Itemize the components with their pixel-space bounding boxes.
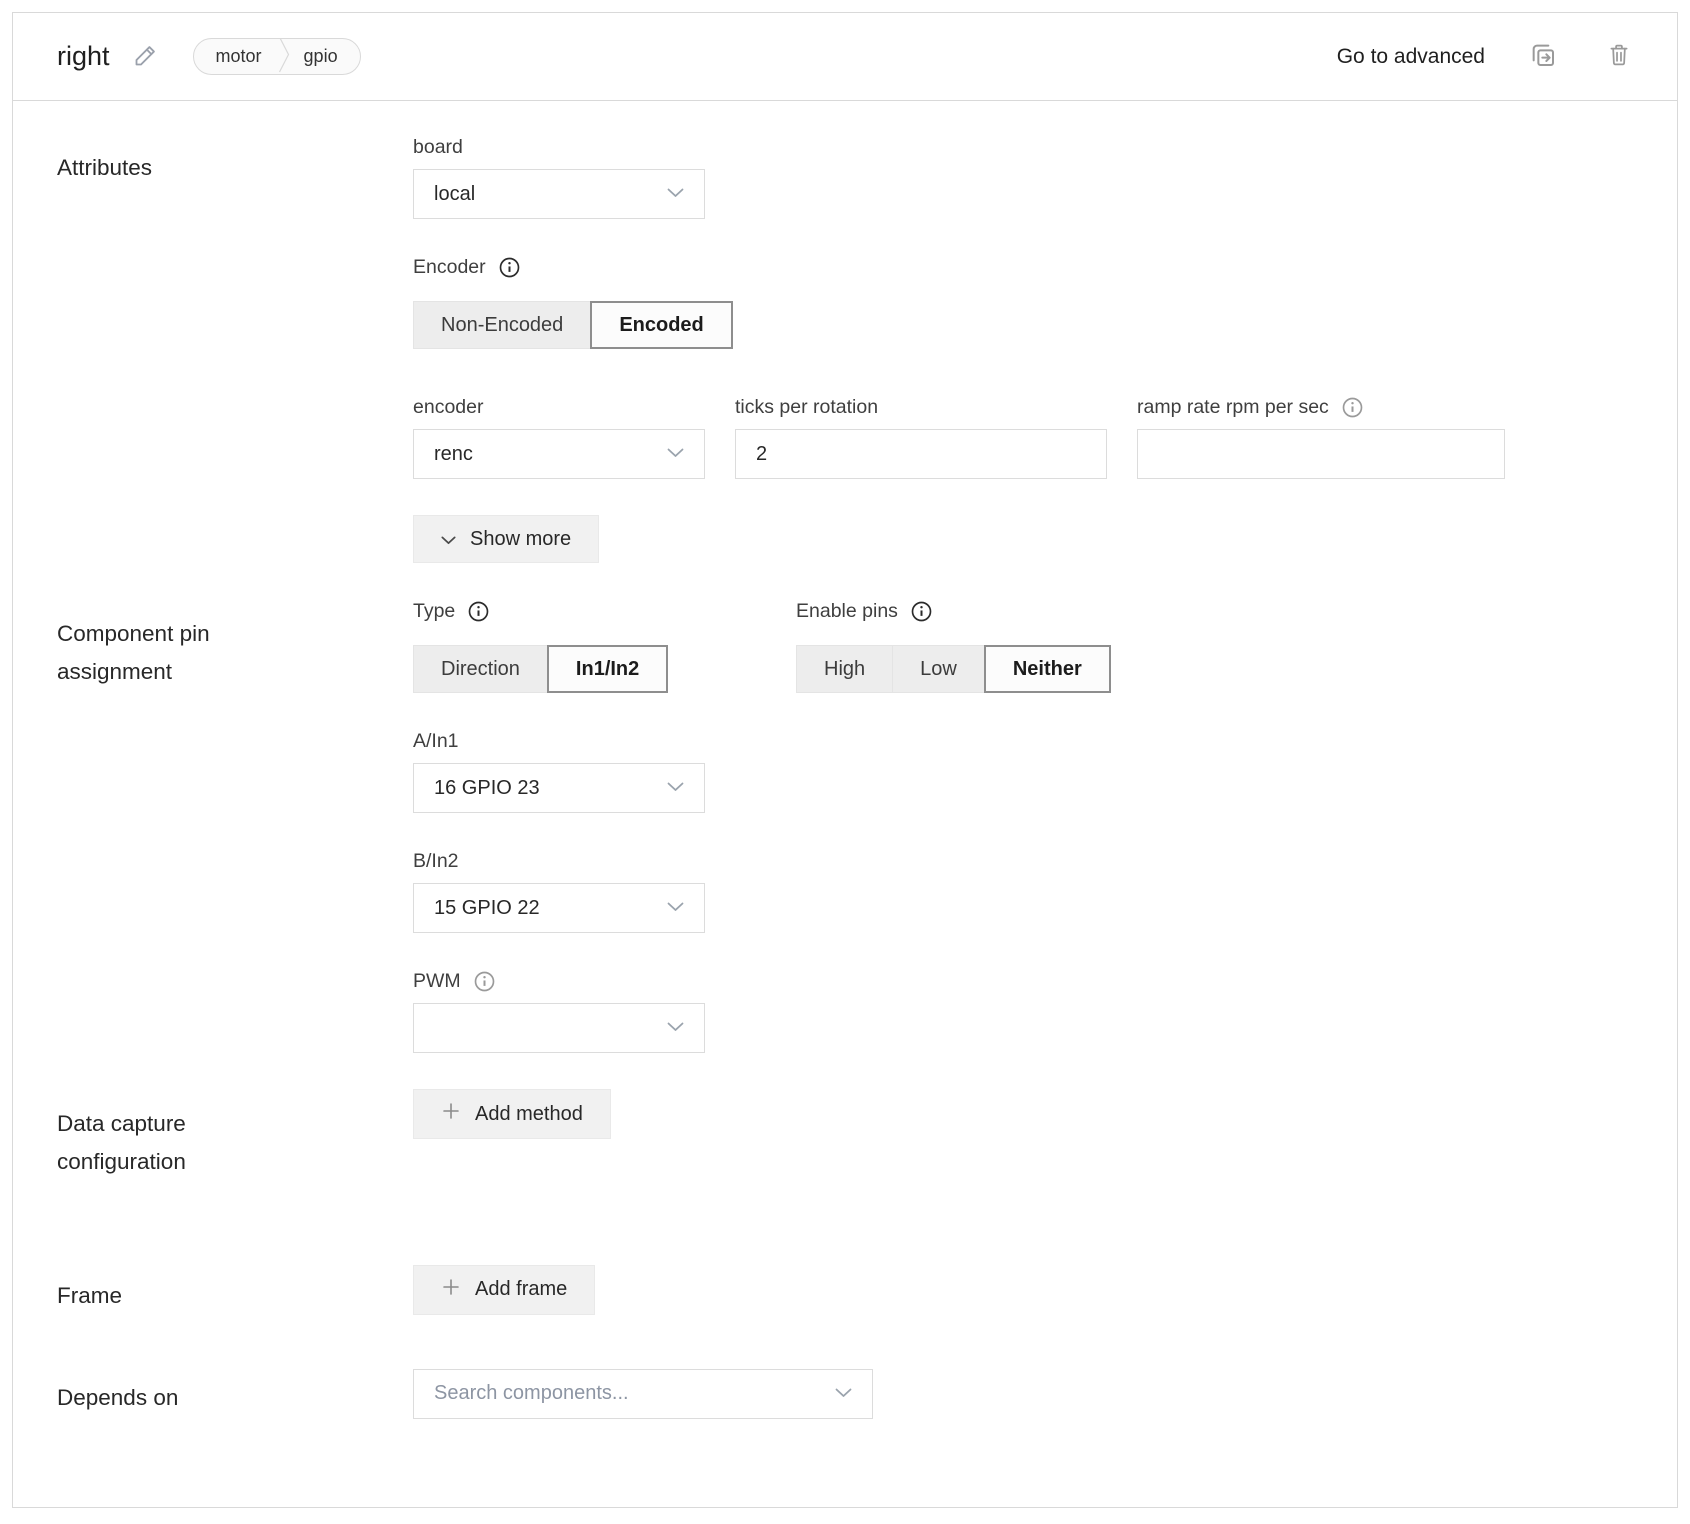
info-icon[interactable]	[498, 256, 521, 279]
chevron-down-icon	[667, 899, 684, 917]
pwm-field: PWM	[413, 969, 1633, 1053]
toggle-option-high[interactable]: High	[796, 645, 893, 693]
info-icon[interactable]	[910, 600, 933, 623]
ticks-label: ticks per rotation	[735, 395, 1107, 419]
pin-assignment-section-label: Component pin assignment	[57, 599, 413, 691]
component-card-body: Attributes board local Encoder	[13, 101, 1677, 1419]
b-in2-select[interactable]: 15 GPIO 22	[413, 883, 705, 933]
ticks-field: ticks per rotation	[735, 395, 1107, 479]
encoder-field: encoder renc	[413, 395, 705, 479]
badge-divider-chevron	[278, 38, 290, 75]
trash-icon	[1605, 41, 1633, 72]
enable-pins-field: Enable pins High Low Neither	[796, 599, 1111, 693]
ramp-rate-field: ramp rate rpm per sec	[1137, 395, 1505, 479]
add-frame-button[interactable]: Add frame	[413, 1265, 595, 1315]
type-label: Type	[413, 599, 796, 623]
pin-toggles-row: Type Direction In1/In2 Enable pins	[413, 599, 1633, 693]
show-more-button[interactable]: Show more	[413, 515, 599, 563]
section-pin-assignment: Component pin assignment Type Direction	[57, 599, 1633, 1053]
b-in2-select-value: 15 GPIO 22	[434, 897, 540, 920]
board-field: board local	[413, 135, 1633, 219]
a-in1-select[interactable]: 16 GPIO 23	[413, 763, 705, 813]
ticks-input[interactable]	[735, 429, 1107, 479]
encoder-select-value: renc	[434, 443, 473, 466]
chevron-down-icon	[667, 779, 684, 797]
add-method-button[interactable]: Add method	[413, 1089, 611, 1139]
attributes-section-label: Attributes	[57, 135, 413, 187]
depends-on-placeholder: Search components...	[434, 1382, 629, 1405]
chevron-down-icon	[667, 185, 684, 203]
info-icon[interactable]	[467, 600, 490, 623]
ramp-rate-input[interactable]	[1137, 429, 1505, 479]
pwm-label: PWM	[413, 969, 1633, 993]
encoder-select[interactable]: renc	[413, 429, 705, 479]
pencil-icon	[132, 42, 159, 72]
plus-icon	[441, 1277, 461, 1303]
component-name: right	[57, 41, 110, 72]
b-in2-field: B/In2 15 GPIO 22	[413, 849, 1633, 933]
model-badge-model: gpio	[290, 46, 360, 67]
depends-on-select[interactable]: Search components...	[413, 1369, 873, 1419]
model-badge-family: motor	[194, 46, 278, 67]
data-capture-section-label: Data capture configuration	[57, 1089, 413, 1181]
a-in1-label: A/In1	[413, 729, 1633, 753]
show-more-label: Show more	[470, 528, 571, 551]
info-icon[interactable]	[1341, 396, 1364, 419]
board-select[interactable]: local	[413, 169, 705, 219]
delete-button[interactable]	[1605, 41, 1633, 72]
section-depends-on: Depends on Search components...	[57, 1369, 1633, 1419]
add-frame-label: Add frame	[475, 1278, 567, 1301]
chevron-down-icon	[667, 445, 684, 463]
component-card: right motor gpio Go to advanced	[12, 12, 1678, 1508]
frame-section-label: Frame	[57, 1265, 413, 1315]
rename-button[interactable]	[132, 42, 159, 72]
toggle-option-non-encoded[interactable]: Non-Encoded	[413, 301, 591, 349]
encoder-mode-label: Encoder	[413, 255, 1633, 279]
enable-pins-label: Enable pins	[796, 599, 1111, 623]
enable-pins-toggle: High Low Neither	[796, 645, 1111, 693]
encoder-mode-toggle: Non-Encoded Encoded	[413, 301, 733, 349]
duplicate-button[interactable]	[1527, 39, 1559, 74]
pwm-select[interactable]	[413, 1003, 705, 1053]
toggle-option-in1-in2[interactable]: In1/In2	[547, 645, 668, 693]
type-toggle: Direction In1/In2	[413, 645, 668, 693]
board-label: board	[413, 135, 1633, 159]
depends-on-section-label: Depends on	[57, 1369, 413, 1417]
add-method-label: Add method	[475, 1103, 583, 1126]
toggle-option-low[interactable]: Low	[892, 645, 985, 693]
toggle-option-encoded[interactable]: Encoded	[590, 301, 732, 349]
chevron-down-icon	[667, 1019, 684, 1037]
go-to-advanced-button[interactable]: Go to advanced	[1337, 45, 1485, 69]
duplicate-icon	[1527, 39, 1559, 74]
ramp-rate-label: ramp rate rpm per sec	[1137, 395, 1505, 419]
section-data-capture: Data capture configuration Add method	[57, 1089, 1633, 1181]
model-badge: motor gpio	[193, 38, 361, 75]
toggle-option-direction[interactable]: Direction	[413, 645, 548, 693]
chevron-down-icon	[441, 528, 456, 551]
plus-icon	[441, 1101, 461, 1127]
a-in1-select-value: 16 GPIO 23	[434, 777, 540, 800]
info-icon[interactable]	[473, 970, 496, 993]
encoder-settings-row: encoder renc ticks per rotation	[413, 395, 1633, 479]
component-card-header: right motor gpio Go to advanced	[13, 13, 1677, 101]
board-select-value: local	[434, 183, 475, 206]
encoder-mode-field: Encoder Non-Encoded Encoded	[413, 255, 1633, 349]
type-field: Type Direction In1/In2	[413, 599, 796, 693]
a-in1-field: A/In1 16 GPIO 23	[413, 729, 1633, 813]
chevron-down-icon	[835, 1385, 852, 1403]
encoder-label: encoder	[413, 395, 705, 419]
b-in2-label: B/In2	[413, 849, 1633, 873]
section-frame: Frame Add frame	[57, 1265, 1633, 1315]
toggle-option-neither[interactable]: Neither	[984, 645, 1111, 693]
section-attributes: Attributes board local Encoder	[57, 135, 1633, 563]
